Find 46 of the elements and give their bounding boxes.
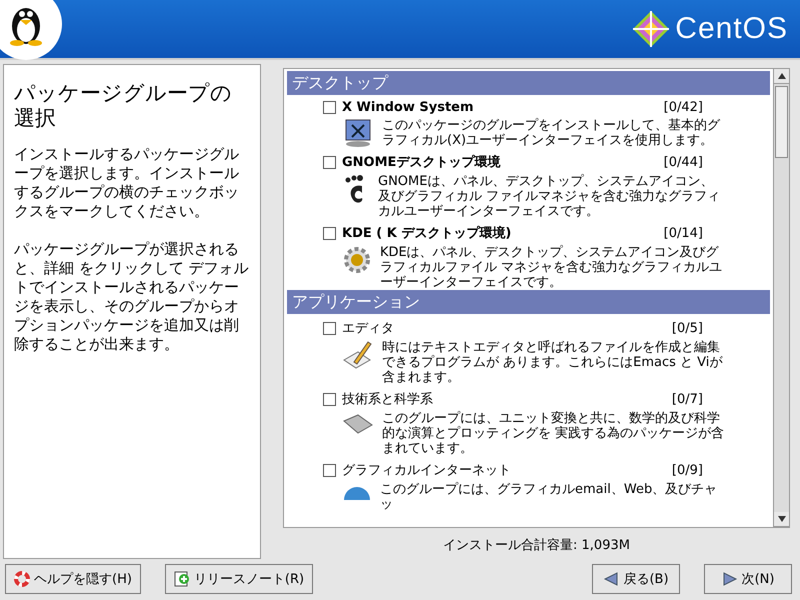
group-name[interactable]: KDE ( K デスクトップ環境) bbox=[342, 224, 664, 242]
notes-button[interactable]: リリースノート(R) bbox=[164, 564, 314, 594]
back-button[interactable]: 戻る(B) bbox=[592, 564, 680, 594]
package-count: [0/44] bbox=[664, 154, 703, 170]
up-arrow-icon[interactable] bbox=[778, 73, 786, 79]
checkbox[interactable] bbox=[323, 322, 336, 334]
logo-icon bbox=[633, 11, 670, 47]
package-count: [0/42] bbox=[664, 100, 703, 115]
section-header: デスクトップ bbox=[287, 71, 770, 95]
checkbox[interactable] bbox=[323, 101, 336, 114]
help-text: インストールするパッケージグループを選択します。インストールするグループの横のチェックボックスをマークしてください。 bbox=[14, 145, 240, 221]
help-button[interactable]: ヘルプを隠す(H) bbox=[5, 564, 141, 594]
install-size: インストール合計容量: 1,093M bbox=[442, 537, 631, 554]
group-description: このグループには、ユニット変換と共に、数学的及び科学的な演算とプロッティングを 実践する為のパッケージが含まれています。 bbox=[382, 411, 726, 456]
group-description: 時にはテキストエディタと呼ばれるファイルを作成と編集できるプログラムが あります。これらにはEmacs と Viが含まれます。 bbox=[382, 340, 724, 385]
document-plus-icon bbox=[174, 571, 190, 587]
group-description: GNOMEは、パネル、デスクトップ、システムアイコン、及びグラフィカル ファイルマネジャを含む強力なグラフィカルユーザーインターフェイスです。 bbox=[378, 174, 722, 219]
group-description: このグループには、グラフィカルemail、Web、及びチャッ bbox=[380, 482, 718, 512]
checkbox[interactable] bbox=[323, 226, 336, 240]
section-header: アプリケーション bbox=[287, 290, 770, 314]
next-button[interactable]: 次(N) bbox=[704, 564, 792, 594]
package-count: [0/9] bbox=[672, 462, 703, 478]
scroll-thumb[interactable] bbox=[775, 86, 788, 158]
group-description: KDEは、パネル、デスクトップ、システムアイコン及びグラフィカルファイル マネジャを含む強力なグラフィカルユーザーインターフェイスです。 bbox=[380, 245, 724, 290]
scrollbar[interactable] bbox=[773, 69, 789, 527]
group-description: このパッケージのグループをインストールして、基本的グラフィカル(X)ユーザーインターフェイスを使用します。 bbox=[382, 118, 722, 148]
lifebuoy-icon bbox=[14, 571, 30, 587]
package-count: [0/7] bbox=[672, 392, 703, 406]
left-arrow-icon bbox=[603, 571, 620, 587]
checkbox[interactable] bbox=[323, 464, 336, 476]
help-text: パッケージグループが選択されると、詳細 をクリックして デフォルトでインストールされるパッケージを表示し、そのグループからオプションパッケージを追加又は削除することが出来ます。 bbox=[14, 240, 250, 354]
package-count: [0/14] bbox=[664, 226, 703, 240]
gear-icon bbox=[342, 245, 372, 275]
notepad-pencil-icon bbox=[342, 340, 374, 370]
group-name[interactable]: エディタ bbox=[342, 319, 672, 337]
group-name[interactable]: X Window System bbox=[342, 100, 664, 115]
right-arrow-icon bbox=[722, 571, 738, 587]
checkbox[interactable] bbox=[323, 392, 336, 406]
group-name[interactable]: グラフィカルインターネット bbox=[342, 461, 672, 479]
group-name[interactable]: GNOMEデスクトップ環境 bbox=[342, 153, 664, 171]
down-arrow-icon[interactable] bbox=[778, 516, 786, 522]
package-count: [0/5] bbox=[672, 320, 703, 336]
help-title: パッケージグループの選択 bbox=[14, 81, 233, 131]
checkbox[interactable] bbox=[323, 156, 336, 168]
group-name[interactable]: 技術系と科学系 bbox=[342, 390, 672, 408]
logo-text: CentOS bbox=[675, 12, 788, 46]
